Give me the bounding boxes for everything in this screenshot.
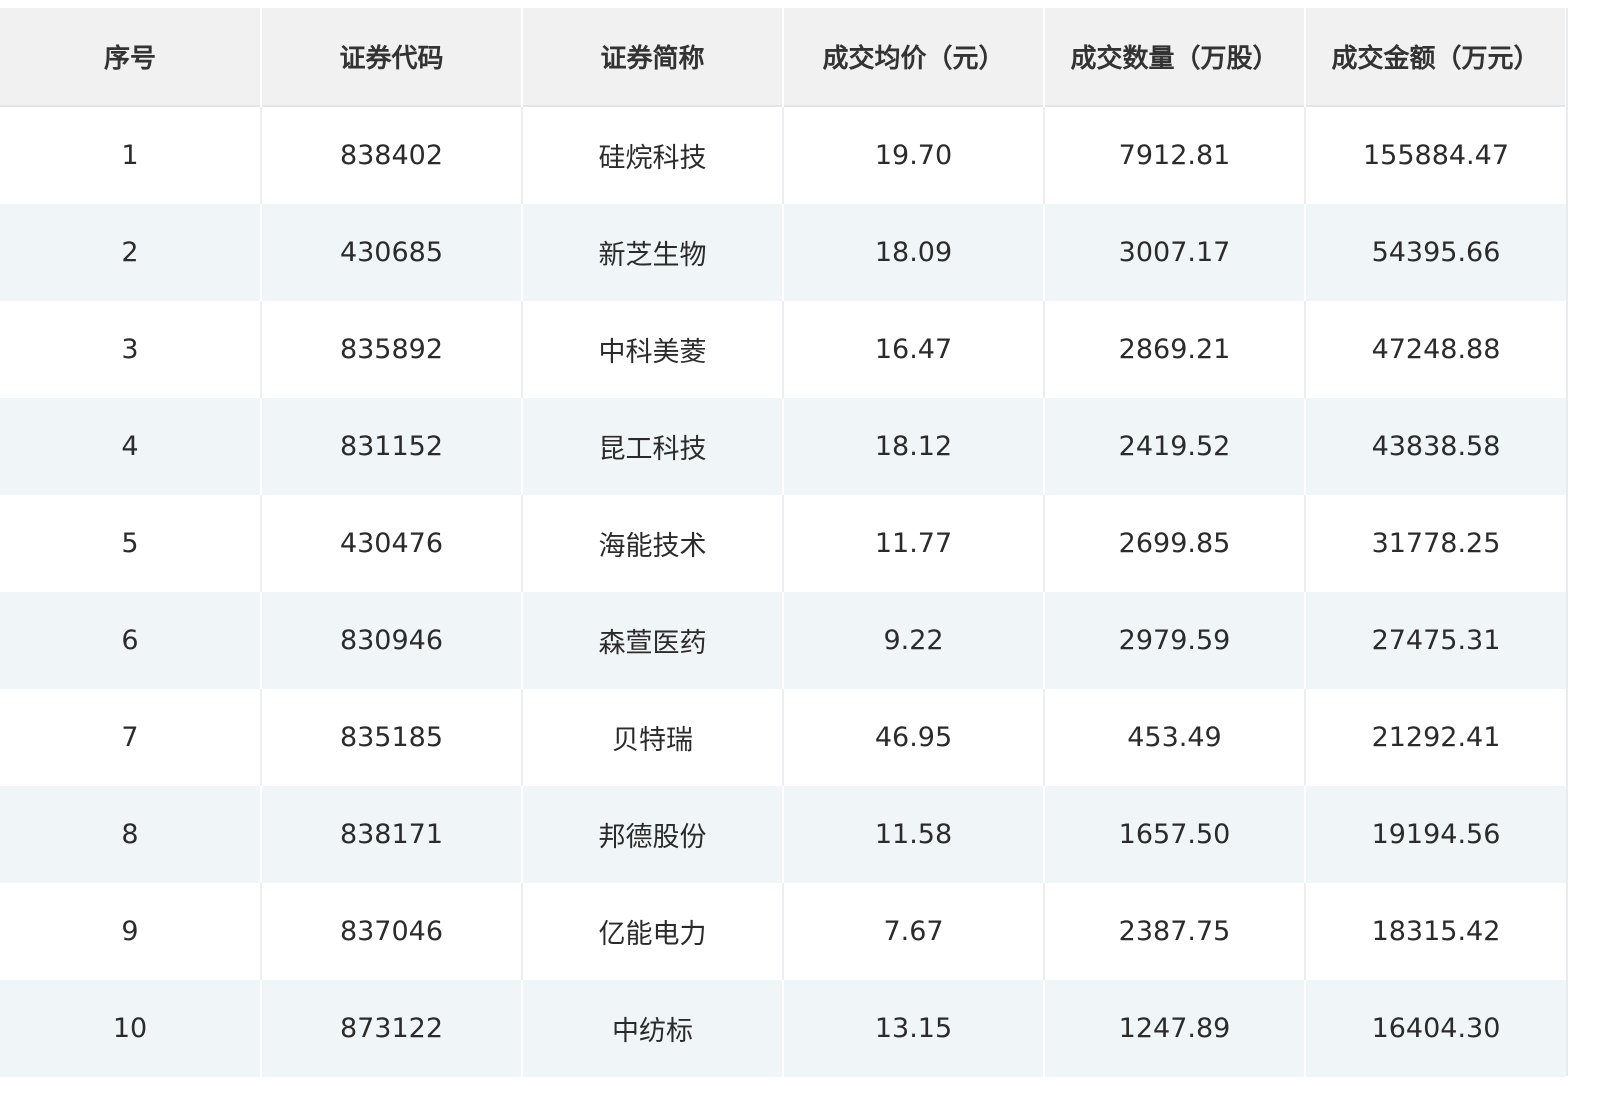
- cell-amount: 54395.66: [1304, 204, 1566, 301]
- cell-volume: 3007.17: [1043, 204, 1306, 301]
- column-header-code: 证券代码: [260, 8, 523, 106]
- cell-index: 2: [0, 204, 262, 301]
- table-header: 序号 证券代码 证券简称 成交均价（元） 成交数量（万股） 成交金额（万元）: [0, 8, 1567, 106]
- column-header-volume: 成交数量（万股）: [1043, 8, 1306, 106]
- cell-amount: 18315.42: [1304, 883, 1566, 980]
- cell-volume: 2419.52: [1043, 398, 1306, 495]
- cell-avg-price: 11.77: [782, 495, 1045, 592]
- cell-volume: 2979.59: [1043, 592, 1306, 689]
- cell-volume: 1247.89: [1043, 980, 1306, 1077]
- cell-avg-price: 7.67: [782, 883, 1045, 980]
- table-row: 2 430685 新芝生物 18.09 3007.17 54395.66: [0, 204, 1566, 301]
- cell-index: 3: [0, 301, 262, 398]
- cell-name: 森萱医药: [521, 592, 784, 689]
- cell-amount: 16404.30: [1304, 980, 1566, 1077]
- table-body: 1 838402 硅烷科技 19.70 7912.81 155884.47 2 430685 新…: [0, 106, 1566, 1077]
- cell-avg-price: 9.22: [782, 592, 1045, 689]
- cell-name: 海能技术: [521, 495, 784, 592]
- column-header-amount: 成交金额（万元）: [1304, 8, 1567, 106]
- cell-name: 邦德股份: [521, 786, 784, 883]
- cell-avg-price: 18.12: [782, 398, 1045, 495]
- cell-avg-price: 46.95: [782, 689, 1045, 786]
- cell-code: 430476: [260, 495, 523, 592]
- cell-name: 亿能电力: [521, 883, 784, 980]
- cell-code: 838171: [260, 786, 523, 883]
- table-row: 7 835185 贝特瑞 46.95 453.49 21292.41: [0, 689, 1566, 786]
- column-header-index: 序号: [0, 8, 262, 106]
- cell-name: 昆工科技: [521, 398, 784, 495]
- cell-index: 7: [0, 689, 262, 786]
- cell-name: 硅烷科技: [521, 106, 784, 204]
- header-row: 序号 证券代码 证券简称 成交均价（元） 成交数量（万股） 成交金额（万元）: [0, 8, 1567, 106]
- cell-avg-price: 18.09: [782, 204, 1045, 301]
- cell-code: 835185: [260, 689, 523, 786]
- table-row: 6 830946 森萱医药 9.22 2979.59 27475.31: [0, 592, 1566, 689]
- data-table-container: 序号 证券代码 证券简称 成交均价（元） 成交数量（万股） 成交金额（万元） 1…: [0, 8, 1567, 1077]
- cell-index: 8: [0, 786, 262, 883]
- cell-code: 873122: [260, 980, 523, 1077]
- cell-volume: 1657.50: [1043, 786, 1306, 883]
- securities-table: 序号 证券代码 证券简称 成交均价（元） 成交数量（万股） 成交金额（万元） 1…: [0, 8, 1567, 1077]
- cell-code: 835892: [260, 301, 523, 398]
- table-row: 8 838171 邦德股份 11.58 1657.50 19194.56: [0, 786, 1566, 883]
- cell-code: 830946: [260, 592, 523, 689]
- table-row: 5 430476 海能技术 11.77 2699.85 31778.25: [0, 495, 1566, 592]
- table-row: 1 838402 硅烷科技 19.70 7912.81 155884.47: [0, 106, 1566, 204]
- cell-amount: 19194.56: [1304, 786, 1566, 883]
- cell-code: 831152: [260, 398, 523, 495]
- cell-volume: 453.49: [1043, 689, 1306, 786]
- cell-index: 6: [0, 592, 262, 689]
- column-header-avg-price: 成交均价（元）: [782, 8, 1045, 106]
- cell-code: 430685: [260, 204, 523, 301]
- cell-name: 中科美菱: [521, 301, 784, 398]
- cell-name: 新芝生物: [521, 204, 784, 301]
- cell-index: 1: [0, 106, 262, 204]
- cell-name: 贝特瑞: [521, 689, 784, 786]
- cell-code: 838402: [260, 106, 523, 204]
- cell-amount: 47248.88: [1304, 301, 1566, 398]
- table-row: 10 873122 中纺标 13.15 1247.89 16404.30: [0, 980, 1566, 1077]
- cell-index: 4: [0, 398, 262, 495]
- table-row: 9 837046 亿能电力 7.67 2387.75 18315.42: [0, 883, 1566, 980]
- cell-volume: 2869.21: [1043, 301, 1306, 398]
- cell-avg-price: 16.47: [782, 301, 1045, 398]
- cell-avg-price: 19.70: [782, 106, 1045, 204]
- cell-name: 中纺标: [521, 980, 784, 1077]
- cell-index: 9: [0, 883, 262, 980]
- cell-volume: 7912.81: [1043, 106, 1306, 204]
- cell-index: 5: [0, 495, 262, 592]
- table-row: 4 831152 昆工科技 18.12 2419.52 43838.58: [0, 398, 1566, 495]
- cell-code: 837046: [260, 883, 523, 980]
- cell-amount: 31778.25: [1304, 495, 1566, 592]
- cell-amount: 21292.41: [1304, 689, 1566, 786]
- cell-amount: 27475.31: [1304, 592, 1566, 689]
- cell-amount: 155884.47: [1304, 106, 1566, 204]
- cell-avg-price: 11.58: [782, 786, 1045, 883]
- cell-amount: 43838.58: [1304, 398, 1566, 495]
- table-right-border: [1566, 8, 1568, 1076]
- cell-index: 10: [0, 980, 262, 1077]
- cell-volume: 2387.75: [1043, 883, 1306, 980]
- column-header-name: 证券简称: [521, 8, 784, 106]
- cell-avg-price: 13.15: [782, 980, 1045, 1077]
- cell-volume: 2699.85: [1043, 495, 1306, 592]
- table-row: 3 835892 中科美菱 16.47 2869.21 47248.88: [0, 301, 1566, 398]
